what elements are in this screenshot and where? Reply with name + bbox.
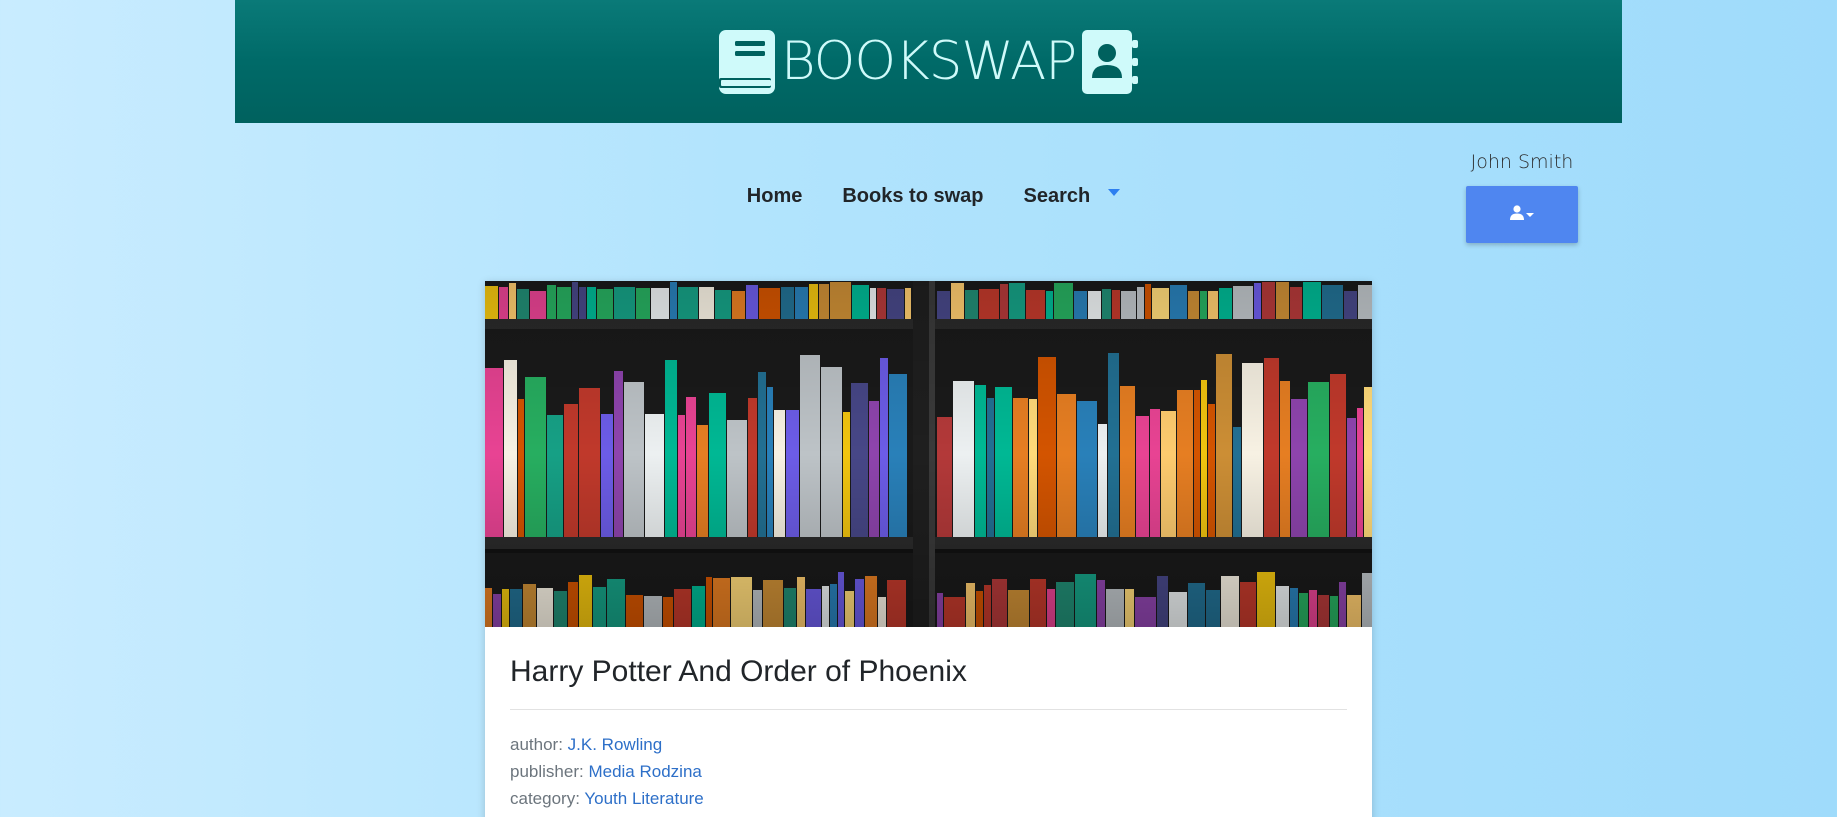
- bookshelf-illustration: [485, 281, 1372, 627]
- category-label: category:: [510, 789, 580, 808]
- publisher-label: publisher:: [510, 762, 584, 781]
- user-icon: [1510, 204, 1524, 225]
- site-logo[interactable]: BOOKSWAP: [717, 28, 1140, 96]
- book-card: Harry Potter And Order of Phoenix author…: [485, 281, 1372, 817]
- category-row: category: Youth Literature: [510, 785, 1347, 812]
- address-book-icon: [1080, 28, 1140, 96]
- nav-home[interactable]: Home: [727, 185, 823, 208]
- author-row: author: J.K. Rowling: [510, 731, 1347, 758]
- nav-search[interactable]: Search: [1004, 185, 1111, 208]
- publisher-row: publisher: Media Rodzina: [510, 758, 1347, 785]
- bookshelf-photo: [485, 281, 1372, 627]
- author-link[interactable]: J.K. Rowling: [568, 735, 662, 754]
- category-link[interactable]: Youth Literature: [584, 789, 703, 808]
- book-title: Harry Potter And Order of Phoenix: [510, 655, 967, 688]
- user-name: John Smith: [1470, 151, 1574, 173]
- title-divider: [510, 709, 1347, 710]
- caret-down-icon[interactable]: [1108, 189, 1121, 196]
- nav-books-to-swap[interactable]: Books to swap: [822, 185, 1003, 208]
- user-menu-button[interactable]: [1466, 186, 1578, 243]
- author-label: author:: [510, 735, 563, 754]
- publisher-link[interactable]: Media Rodzina: [588, 762, 701, 781]
- brand-title: BOOKSWAP: [780, 31, 1077, 92]
- dropdown-caret-icon: [1526, 212, 1534, 217]
- book-icon: [717, 28, 777, 96]
- site-header: BOOKSWAP: [235, 0, 1622, 123]
